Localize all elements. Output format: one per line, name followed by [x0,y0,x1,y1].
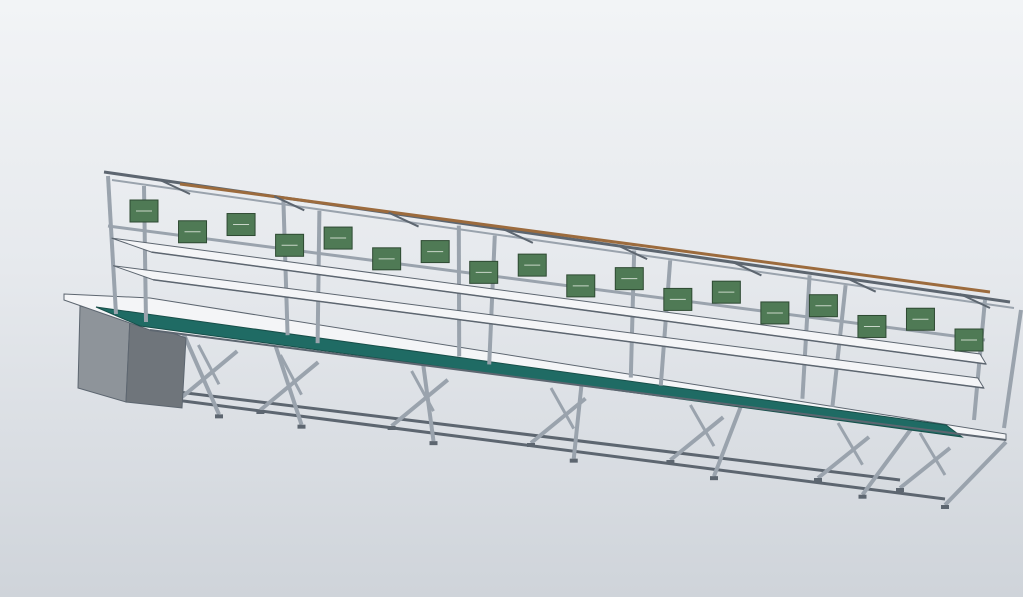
table-leg-back [669,415,725,462]
table-leg-front [571,378,585,459]
leveling-foot [858,494,867,499]
upright-post-rear [487,235,497,365]
shelf-lower [111,237,988,365]
floor-rail-back [79,378,901,482]
table-leg-front [712,402,745,477]
leveling-foot [569,458,578,463]
leveling-foot [666,460,675,464]
workbench-assembly-model[interactable] [0,0,1023,597]
table-leg-front [943,440,1008,507]
upright-post-rear [315,210,322,344]
leveling-foot [941,505,949,509]
leveling-foot [429,441,438,446]
leveling-foot [297,424,306,429]
leveling-foot [256,410,265,414]
leveling-foot [814,478,822,482]
cad-viewport[interactable] [0,0,1023,597]
leveling-foot [215,414,223,419]
leveling-foot [527,443,535,447]
upright-post-front [106,175,118,315]
upright-post-rear [1002,309,1023,429]
leveling-foot [896,488,904,492]
leveling-foot [387,426,396,430]
upright-post-rear [658,260,673,386]
leveling-foot [710,476,718,481]
